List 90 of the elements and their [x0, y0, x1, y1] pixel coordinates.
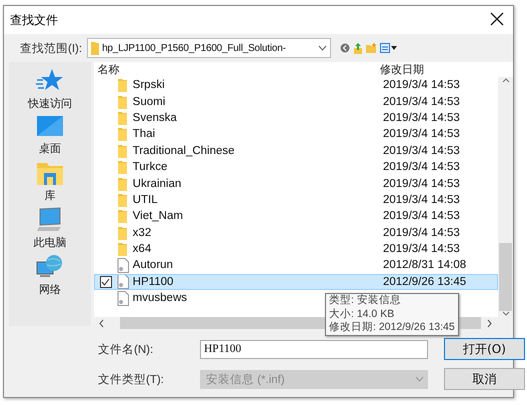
sidebar-item[interactable]: 网络: [36, 254, 64, 297]
file-date: 2019/3/4 14:53: [382, 128, 461, 140]
file-name: HP1100: [132, 276, 174, 288]
view-menu-icon[interactable]: [380, 43, 398, 53]
folder-icon: [118, 110, 128, 125]
file-name: Traditional_Chinese: [132, 144, 236, 157]
tooltip-line: 类型: 安装信息: [329, 294, 402, 308]
chevron-down-icon: [415, 376, 424, 382]
checkbox[interactable]: [100, 276, 112, 288]
file-row[interactable]: UTIL 2019/3/4 14:53: [94, 192, 498, 208]
folder-icon: [118, 242, 128, 256]
folder-icon: [118, 192, 128, 207]
vertical-scrollbar[interactable]: [498, 77, 513, 317]
folder-icon: [118, 176, 128, 191]
file-row[interactable]: Svenska 2019/3/4 14:53: [94, 110, 498, 126]
column-header[interactable]: 名称: [94, 62, 380, 77]
file-name: Viet_Nam: [132, 210, 184, 222]
tooltip-line: 修改日期: 2012/9/26 13:45: [329, 321, 455, 334]
field-label: 文件类型(T):: [98, 372, 165, 386]
file-row[interactable]: x32 2019/3/4 14:53: [94, 224, 498, 241]
file-name: mvusbews: [132, 292, 188, 304]
file-row[interactable]: mvusbews: [94, 290, 191, 306]
filename-field[interactable]: HP1100: [200, 340, 428, 358]
file-date: 2019/3/4 14:53: [382, 210, 461, 222]
scroll-up-icon[interactable]: [502, 77, 510, 83]
file-date: 2019/3/4 14:53: [382, 178, 461, 190]
file-name: x64: [132, 243, 152, 256]
file-date: 2019/3/4 14:53: [382, 226, 461, 239]
cancel-button[interactable]: 取消: [444, 368, 525, 390]
field-label: 文件名(N):: [98, 342, 154, 356]
open-button[interactable]: 打开(O): [444, 338, 525, 360]
file-row[interactable]: Srpski 2019/3/4 14:53: [94, 77, 498, 94]
up-folder-icon[interactable]: [353, 42, 364, 54]
file-date: 2019/3/4 14:53: [382, 144, 461, 157]
folder-icon: [118, 94, 128, 109]
file-date: 2019/3/4 14:53: [382, 79, 461, 92]
chevron-down-icon: [318, 45, 328, 51]
folder-icon: [118, 127, 128, 142]
sidebar-item[interactable]: 桌面: [36, 115, 64, 156]
file-row[interactable]: Autorun 2012/8/31 14:08: [94, 257, 498, 274]
file-date: 2012/8/31 14:08: [382, 259, 468, 272]
location-dropdown[interactable]: hp_LJP1100_P1560_P1600_Full_Solution-: [87, 38, 332, 58]
folder-icon: [118, 144, 128, 158]
file-date: 2019/3/4 14:53: [382, 243, 461, 256]
file-name: Suomi: [132, 96, 166, 108]
file-name: UTIL: [132, 194, 159, 206]
location-label: 查找范围(I):: [20, 42, 82, 56]
file-row[interactable]: x64 2019/3/4 14:53: [94, 240, 498, 258]
file-date: 2019/3/4 14:53: [382, 112, 461, 124]
file-name: x32: [132, 226, 152, 239]
folder-icon: [91, 41, 100, 55]
file-date: 2019/3/4 14:53: [382, 194, 461, 206]
file-row[interactable]: Suomi 2019/3/4 14:53: [94, 93, 498, 110]
scroll-left-icon[interactable]: [98, 318, 106, 328]
file-date: 2019/3/4 14:53: [382, 96, 461, 108]
file-icon: [116, 258, 129, 273]
file-icon: [116, 290, 129, 306]
file-name: Turkce: [132, 161, 168, 174]
file-date: 2012/9/26 13:45: [382, 276, 468, 288]
file-name: Autorun: [132, 259, 174, 272]
monitor-icon: [36, 115, 64, 139]
file-name: Thai: [132, 128, 156, 140]
sidebar-item[interactable]: 库: [36, 160, 64, 203]
scroll-right-icon[interactable]: [485, 318, 493, 328]
sidebar-item[interactable]: 快速访问: [28, 68, 72, 111]
scroll-down-icon[interactable]: [502, 311, 510, 317]
file-name: Svenska: [132, 112, 178, 124]
folder-icon: [118, 209, 128, 224]
folder-icon: [118, 78, 128, 92]
network-icon: [36, 254, 64, 280]
file-row[interactable]: Traditional_Chinese 2019/3/4 14:53: [94, 142, 498, 159]
column-header[interactable]: 修改日期: [380, 62, 513, 77]
file-name: Ukrainian: [132, 178, 182, 190]
window-title: 查找文件: [10, 12, 58, 28]
tooltip-line: 大小: 14.0 KB: [329, 308, 396, 321]
file-date: 2019/3/4 14:53: [382, 161, 461, 174]
file-row[interactable]: Thai 2019/3/4 14:53: [94, 126, 498, 143]
close-icon: [490, 12, 504, 26]
back-icon[interactable]: [340, 43, 350, 53]
computer-icon: [36, 207, 64, 233]
folder-icon: [36, 160, 64, 186]
folder-icon: [118, 226, 128, 240]
sidebar-item[interactable]: 此电脑: [33, 207, 66, 250]
file-name: Srpski: [132, 79, 166, 92]
file-row[interactable]: Turkce 2019/3/4 14:53: [94, 158, 498, 176]
file-row[interactable]: HP1100 2012/9/26 13:45: [94, 274, 498, 290]
file-row[interactable]: Ukrainian 2019/3/4 14:53: [94, 175, 498, 192]
file-icon: [116, 274, 129, 290]
file-row[interactable]: Viet_Nam 2019/3/4 14:53: [94, 208, 498, 225]
folder-icon: [118, 160, 128, 174]
